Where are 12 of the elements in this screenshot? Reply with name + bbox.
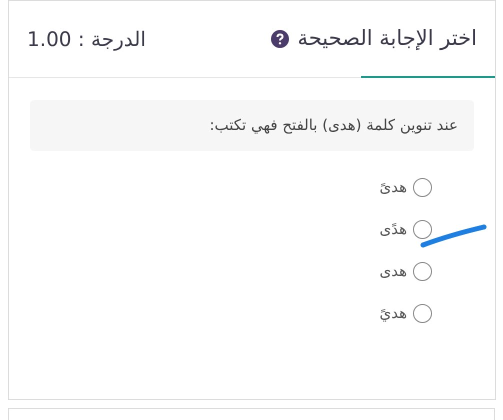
option-label: هدى <box>379 261 407 282</box>
radio-button[interactable] <box>413 304 432 323</box>
radio-button[interactable] <box>413 220 432 239</box>
tab-title[interactable]: اختر الإجابة الصحيحة <box>297 23 477 55</box>
option-label: هديً <box>379 303 407 324</box>
radio-button[interactable] <box>413 178 432 197</box>
option-label: هدىً <box>379 177 407 198</box>
radio-button[interactable] <box>413 262 432 281</box>
option-label: هدًى <box>379 219 407 240</box>
help-icon[interactable] <box>271 30 290 48</box>
grade-text: الدرجة : 1.00 <box>27 26 146 53</box>
question-text: عند تنوين كلمة (هدى) بالفتح فهي تكتب: <box>209 115 458 136</box>
